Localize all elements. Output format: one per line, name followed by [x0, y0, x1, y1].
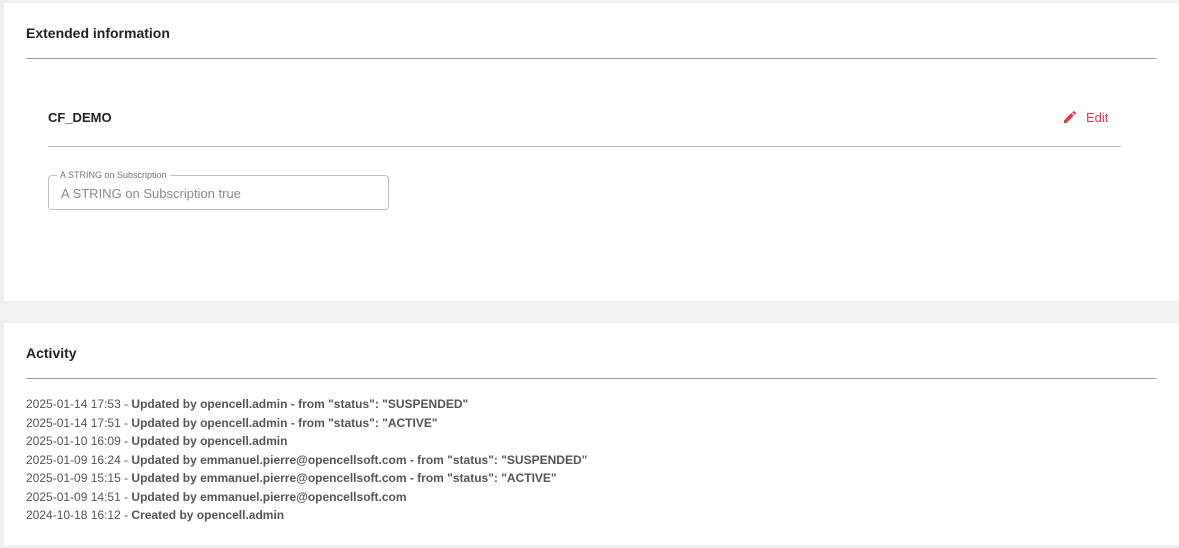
extended-information-card: Extended information CF_DEMO Edit A STRI… — [4, 3, 1179, 301]
activity-description: Updated by emmanuel.pierre@opencellsoft.… — [131, 452, 588, 467]
activity-time: 2025-01-14 17:51 — [26, 415, 121, 430]
activity-card: Activity 2025-01-14 17:53 - Updated by o… — [4, 323, 1179, 545]
custom-field-group-title: CF_DEMO — [48, 110, 112, 125]
field-value: A STRING on Subscription true — [61, 186, 241, 201]
edit-button-label: Edit — [1086, 109, 1109, 125]
divider — [26, 378, 1157, 379]
activity-time: 2025-01-14 17:53 — [26, 397, 121, 411]
activity-item: 2025-01-09 15:15 - Updated by emmanuel.p… — [26, 469, 587, 488]
activity-description: Updated by emmanuel.pierre@opencellsoft.… — [131, 489, 407, 504]
activity-description: Updated by opencell.admin - from "status… — [131, 397, 469, 411]
activity-description: Updated by emmanuel.pierre@opencellsoft.… — [131, 471, 557, 485]
field-label: A STRING on Subscription — [57, 169, 170, 181]
activity-time: 2024-10-18 16:12 — [26, 508, 121, 522]
activity-list: 2025-01-14 17:53 - Updated by opencell.a… — [26, 395, 587, 525]
activity-separator: - — [120, 489, 132, 504]
edit-button[interactable]: Edit — [1060, 107, 1110, 127]
activity-item: 2025-01-09 14:51 - Updated by emmanuel.p… — [26, 488, 587, 507]
activity-time: 2025-01-09 16:24 — [26, 452, 121, 467]
activity-separator: - — [120, 397, 132, 411]
activity-separator: - — [120, 434, 132, 448]
activity-item: 2025-01-09 16:24 - Updated by emmanuel.p… — [26, 451, 587, 470]
activity-item: 2025-01-10 16:09 - Updated by opencell.a… — [26, 432, 587, 451]
divider — [26, 58, 1157, 59]
divider — [48, 146, 1121, 147]
activity-separator: - — [120, 508, 132, 522]
activity-description: Updated by opencell.admin - from "status… — [131, 415, 438, 430]
string-subscription-field[interactable]: A STRING on Subscription A STRING on Sub… — [48, 169, 389, 210]
activity-separator: - — [120, 471, 132, 485]
activity-item: 2024-10-18 16:12 - Created by opencell.a… — [26, 506, 587, 525]
activity-description: Updated by opencell.admin — [131, 434, 288, 448]
activity-separator: - — [120, 415, 132, 430]
activity-separator: - — [120, 452, 132, 467]
activity-time: 2025-01-09 15:15 — [26, 471, 121, 485]
activity-title: Activity — [26, 345, 77, 361]
pencil-icon — [1062, 109, 1078, 125]
activity-item: 2025-01-14 17:51 - Updated by opencell.a… — [26, 414, 587, 433]
activity-time: 2025-01-10 16:09 — [26, 434, 121, 448]
activity-description: Created by opencell.admin — [131, 508, 285, 522]
extended-information-title: Extended information — [26, 25, 170, 41]
activity-item: 2025-01-14 17:53 - Updated by opencell.a… — [26, 395, 587, 414]
activity-time: 2025-01-09 14:51 — [26, 489, 121, 504]
